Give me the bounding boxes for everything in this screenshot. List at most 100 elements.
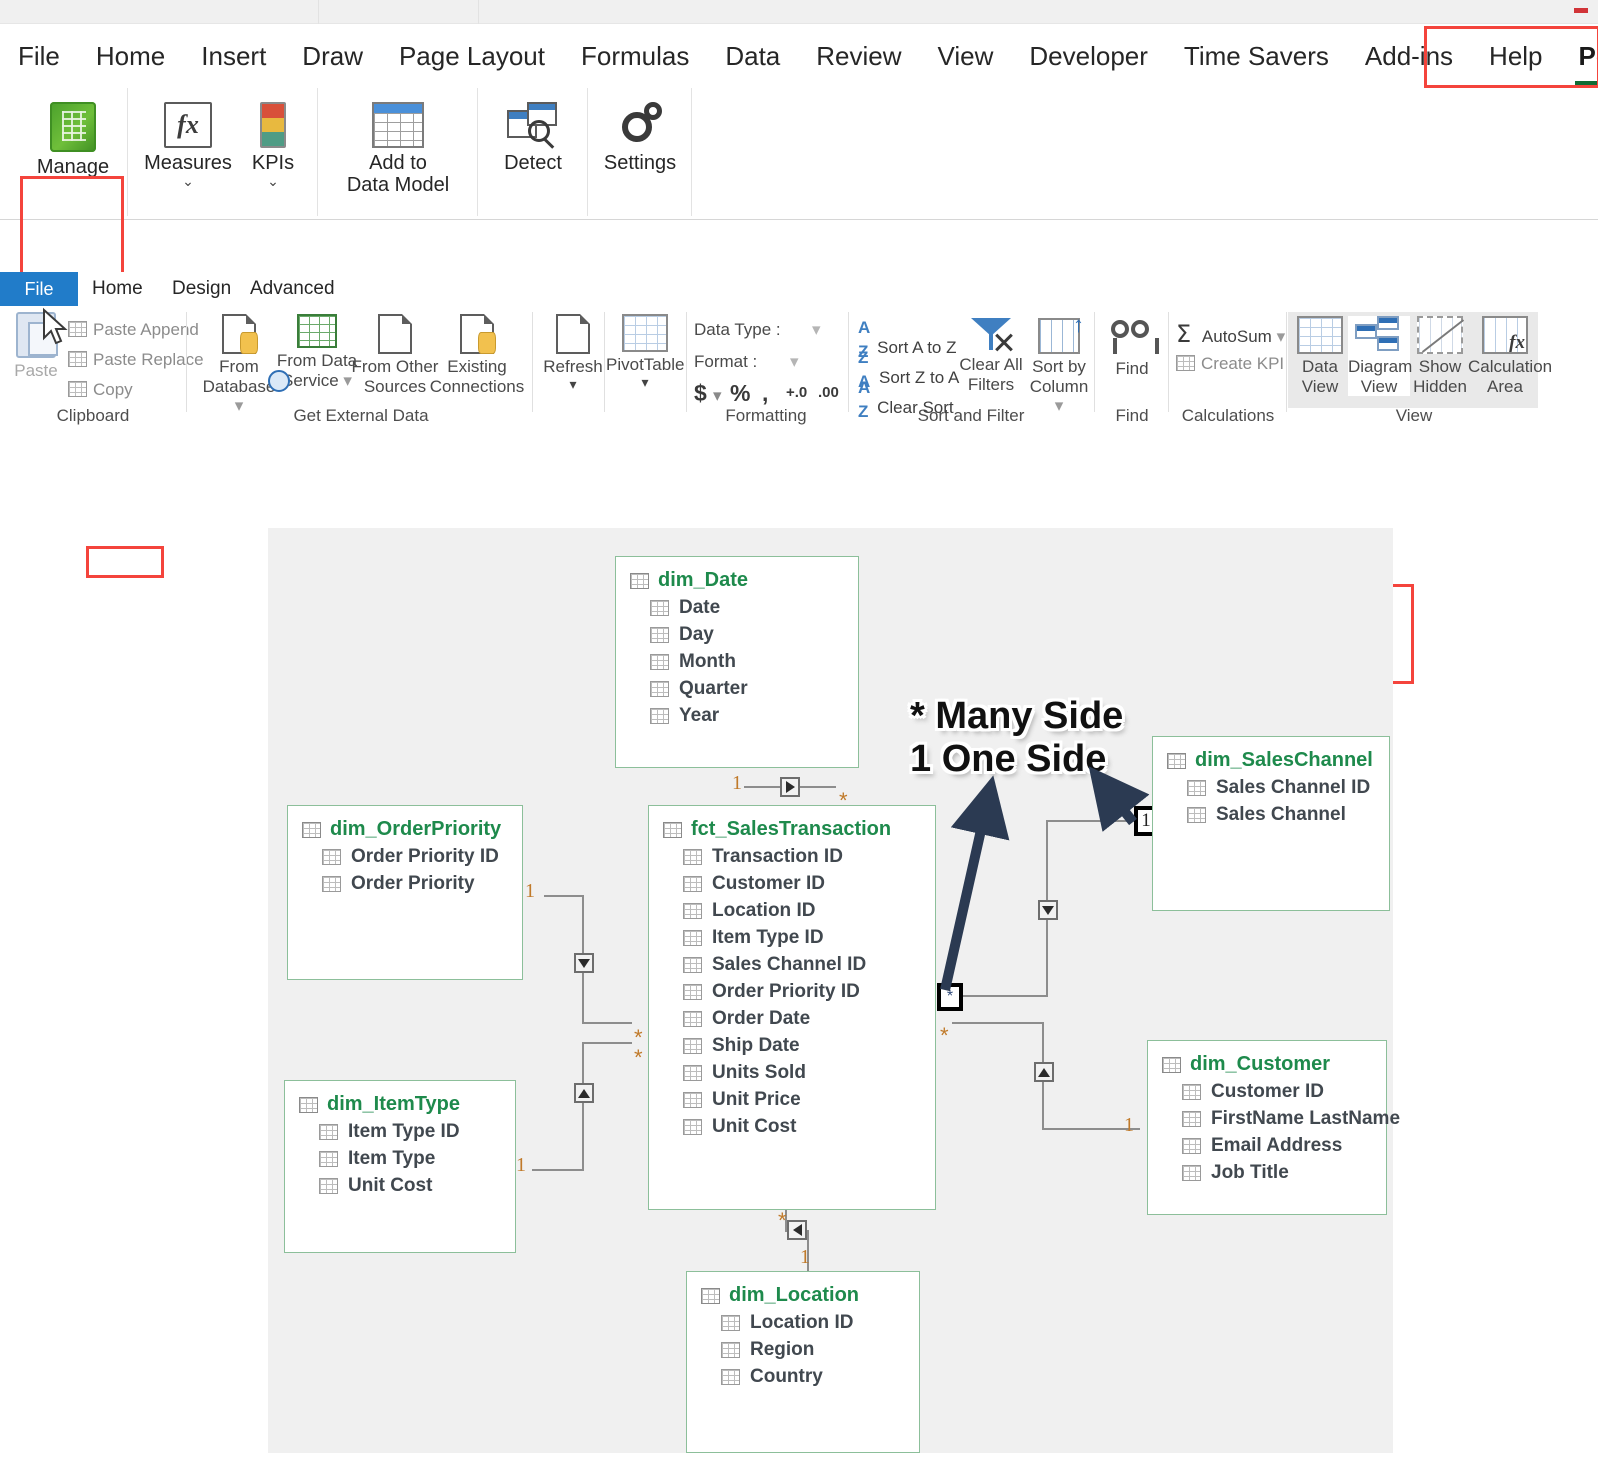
relationship-line[interactable] [532,1169,584,1171]
table-dim-date[interactable]: dim_Date Date Day Month Quarter Year [615,556,859,768]
excel-ribbon-tabs[interactable]: File Home Insert Draw Page Layout Formul… [0,24,1598,88]
excel-tab-file[interactable]: File [0,43,78,69]
table-field[interactable]: Job Title [1148,1157,1386,1184]
table-field[interactable]: Region [687,1334,919,1361]
from-database-button[interactable]: From Database ▾ [196,314,282,416]
copy-button[interactable]: Copy [68,380,133,400]
table-field[interactable]: Sales Channel ID [649,949,935,976]
table-field[interactable]: Order Date [649,1003,935,1030]
increase-decimal-button[interactable]: +.0 [786,384,807,401]
excel-tab-insert[interactable]: Insert [183,43,284,69]
power-pivot-window-tabs[interactable]: File Home Design Advanced [0,272,1598,306]
table-field[interactable]: Email Address [1148,1130,1386,1157]
pp-tab-design[interactable]: Design [172,272,231,306]
clear-sort-button[interactable]: AZ Clear Sort [858,378,954,422]
chevron-down-icon[interactable]: ⌄ [238,176,308,186]
table-dim-customer[interactable]: dim_Customer Customer ID FirstName LastN… [1147,1040,1387,1215]
show-hidden-button[interactable]: Show Hidden [1410,316,1470,396]
relationship-line[interactable] [800,786,836,788]
table-field[interactable]: Quarter [616,673,858,700]
excel-tab-power-pivot[interactable]: Power Pivot [1561,43,1598,69]
excel-tab-page-layout[interactable]: Page Layout [381,43,563,69]
paste-append-button[interactable]: Paste Append [68,320,199,340]
table-field[interactable]: Ship Date [649,1030,935,1057]
excel-tab-review[interactable]: Review [798,43,919,69]
data-type-dropdown[interactable]: ▾ [812,320,821,340]
add-to-data-model-button[interactable]: Add to Data Model [324,102,472,196]
excel-tab-help[interactable]: Help [1471,43,1560,69]
settings-button[interactable]: Settings [590,102,690,174]
relationship-line-selected[interactable] [952,995,1048,997]
table-field[interactable]: FirstName LastName [1148,1103,1386,1130]
relationship-arrow-marker[interactable] [1038,900,1058,920]
table-dim-itemtype[interactable]: dim_ItemType Item Type ID Item Type Unit… [284,1080,516,1253]
refresh-button[interactable]: Refresh ▾ [536,314,610,389]
table-field[interactable]: Item Type [285,1143,515,1170]
relationship-line[interactable] [952,1022,1044,1024]
excel-tab-add-ins[interactable]: Add-ins [1347,43,1471,69]
excel-tab-draw[interactable]: Draw [284,43,381,69]
table-field[interactable]: Unit Price [649,1084,935,1111]
table-field[interactable]: Customer ID [649,868,935,895]
table-header[interactable]: dim_ItemType [285,1081,515,1116]
table-dim-location[interactable]: dim_Location Location ID Region Country [686,1271,920,1453]
format-dropdown[interactable]: ▾ [790,352,799,372]
data-view-button[interactable]: Data View [1292,316,1348,396]
table-field[interactable]: Customer ID [1148,1076,1386,1103]
table-header[interactable]: dim_OrderPriority [288,806,522,841]
percent-format-button[interactable]: % [730,380,750,407]
table-field[interactable]: Day [616,619,858,646]
close-window-marker[interactable] [1574,8,1588,13]
table-field[interactable]: Country [687,1361,919,1388]
excel-tab-developer[interactable]: Developer [1011,43,1166,69]
pivottable-button[interactable]: PivotTable ▾ [606,314,684,387]
autosum-button[interactable]: Σ AutoSum ▾ [1176,320,1285,348]
table-field[interactable]: Order Priority ID [288,841,522,868]
excel-tab-formulas[interactable]: Formulas [563,43,707,69]
existing-connections-button[interactable]: Existing Connections [428,314,526,396]
pp-tab-home[interactable]: Home [92,272,143,306]
table-dim-orderpriority[interactable]: dim_OrderPriority Order Priority ID Orde… [287,805,523,980]
selected-many-endpoint[interactable]: * [937,983,963,1011]
measures-button[interactable]: fx Measures ⌄ [140,102,236,186]
currency-format-button[interactable]: $ [694,380,707,407]
excel-tab-home[interactable]: Home [78,43,183,69]
table-field[interactable]: Item Type ID [285,1116,515,1143]
table-field[interactable]: Month [616,646,858,673]
comma-format-button[interactable]: , [762,380,768,407]
diagram-view-button[interactable]: Diagram View [1348,316,1410,396]
table-field[interactable]: Transaction ID [649,841,935,868]
table-header[interactable]: dim_Customer [1148,1041,1386,1076]
create-kpi-button[interactable]: Create KPI [1176,354,1284,374]
relationship-arrow-marker[interactable] [574,953,594,973]
relationship-line[interactable] [582,1042,632,1044]
excel-tab-data[interactable]: Data [707,43,798,69]
sort-by-column-button[interactable]: Sort by Column ▾ [1024,318,1094,416]
relationship-line[interactable] [544,895,584,897]
pp-tab-advanced[interactable]: Advanced [250,272,335,306]
table-header[interactable]: fct_SalesTransaction [649,806,935,841]
find-button[interactable]: Find [1098,320,1166,379]
table-field[interactable]: Location ID [687,1307,919,1334]
pp-tab-file[interactable]: File [0,272,78,306]
chevron-down-icon[interactable]: ▾ [536,379,610,389]
relationship-arrow-marker[interactable] [574,1083,594,1103]
table-header[interactable]: dim_Date [616,557,858,592]
table-field[interactable]: Unit Cost [285,1170,515,1197]
relationship-line[interactable] [582,1022,632,1024]
table-field[interactable]: Date [616,592,858,619]
table-field[interactable]: Location ID [649,895,935,922]
excel-tab-time-savers[interactable]: Time Savers [1166,43,1347,69]
table-field[interactable]: Year [616,700,858,727]
kpis-button[interactable]: KPIs ⌄ [238,102,308,186]
paste-replace-button[interactable]: Paste Replace [68,350,204,370]
chevron-down-icon[interactable]: ⌄ [140,176,236,186]
relationship-arrow-marker[interactable] [780,777,800,797]
detect-button[interactable]: Detect [484,102,582,174]
clear-all-filters-button[interactable]: Clear All Filters [956,318,1026,394]
excel-tab-view[interactable]: View [920,43,1012,69]
table-field[interactable]: Sales Channel [1153,799,1389,826]
table-fct-salestransaction[interactable]: fct_SalesTransaction Transaction ID Cust… [648,805,936,1210]
table-field[interactable]: Order Priority ID [649,976,935,1003]
relationship-line[interactable] [582,1042,584,1171]
